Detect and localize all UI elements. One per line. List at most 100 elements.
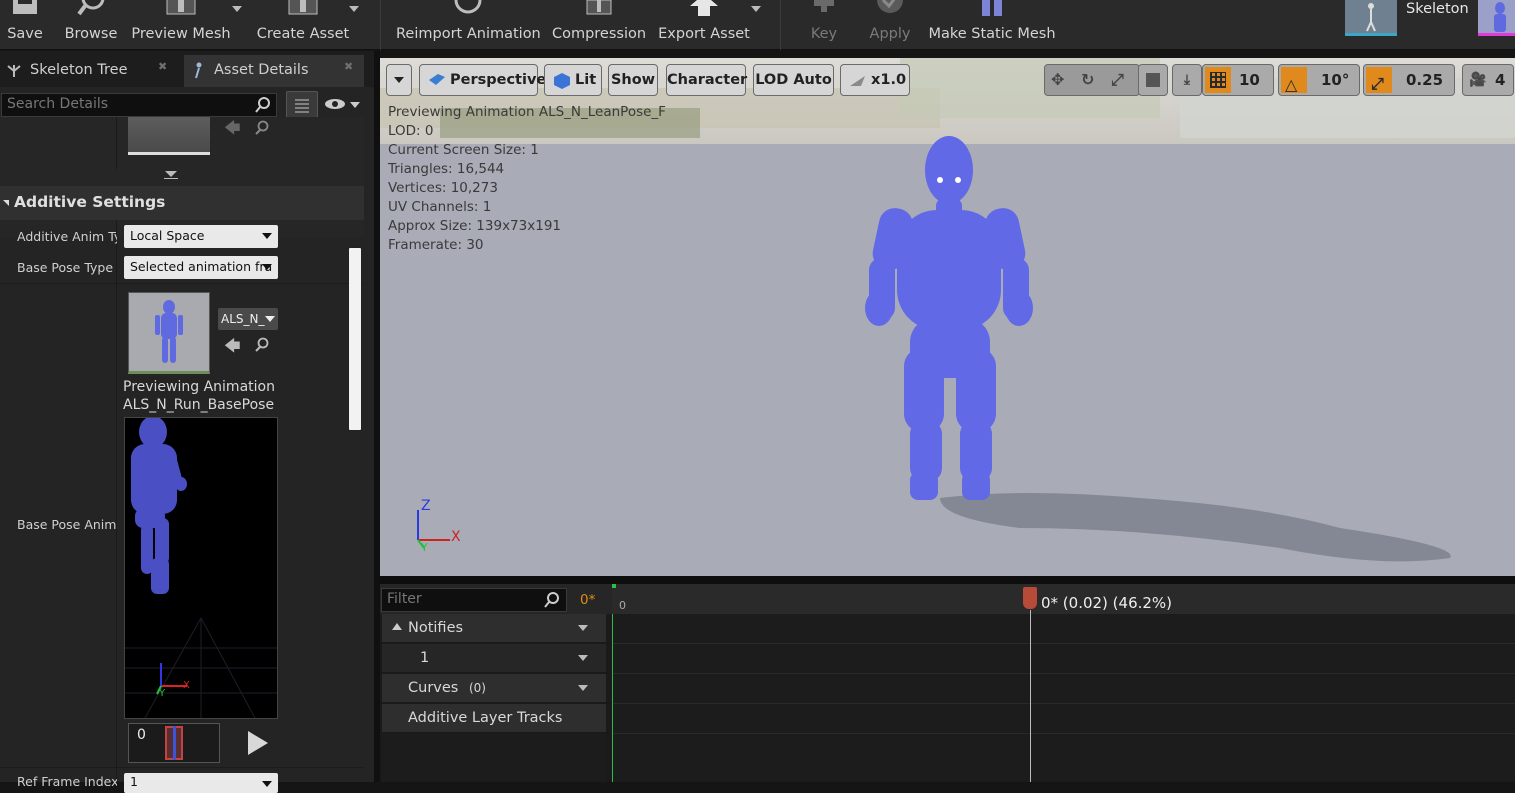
export-asset-dropdown-arrow[interactable] xyxy=(751,6,761,12)
chevron-down-icon xyxy=(262,264,272,270)
base-pose-asset-thumbnail[interactable] xyxy=(128,292,210,374)
scale-snap-toggle[interactable]: ⤢ xyxy=(1366,67,1392,93)
curves-count: (0) xyxy=(468,681,486,695)
tab-skeleton-tree[interactable]: Skeleton Tree xyxy=(0,55,178,87)
base-pose-mini-viewport[interactable]: X Y xyxy=(124,417,278,719)
chevron-down-icon[interactable] xyxy=(578,655,588,661)
expand-advanced-chevron-down-icon[interactable] xyxy=(165,171,177,177)
mini-preview-caption: Previewing Animation xyxy=(123,379,275,395)
viewport-options-button[interactable] xyxy=(386,64,412,96)
track-divider xyxy=(613,673,1515,674)
base-pose-asset-combo[interactable]: ALS_N_ xyxy=(218,308,278,330)
previous-asset-thumbnail[interactable] xyxy=(128,117,210,155)
stat-vertices: Vertices: 10,273 xyxy=(388,180,498,196)
translate-icon[interactable]: ✥ xyxy=(1051,65,1064,95)
stat-lod: LOD: 0 xyxy=(388,123,434,139)
browse-button[interactable]: Browse xyxy=(60,0,122,50)
rotation-snap-value[interactable]: 10° xyxy=(1321,65,1349,95)
skeleton-mode-thumbnail[interactable] xyxy=(1345,0,1397,36)
scale-snap-group: ⤢ 0.25 xyxy=(1363,64,1455,96)
create-asset-dropdown-arrow[interactable] xyxy=(349,6,359,12)
show-button[interactable]: Show xyxy=(608,64,658,96)
coordinate-space-button[interactable] xyxy=(1138,64,1168,96)
toolbar-separator xyxy=(780,0,781,50)
property-base-pose-animation-label: Base Pose Anima xyxy=(17,517,117,532)
stat-previewing-animation: Previewing Animation ALS_N_LeanPose_F xyxy=(388,104,666,120)
track-area[interactable] xyxy=(613,614,1515,782)
apply-button[interactable]: Apply xyxy=(864,0,916,50)
main-toolbar: Save Browse Preview Mesh Create Asset Re… xyxy=(0,0,1515,50)
skeleton-mode-label[interactable]: Skeleton xyxy=(1406,1,1469,17)
grid-snap-value[interactable]: 10 xyxy=(1239,65,1260,95)
timeline-filter-input[interactable]: Filter xyxy=(381,588,567,612)
collapse-triangle-icon xyxy=(392,623,402,630)
save-icon xyxy=(13,0,37,14)
axis-y-label: Y xyxy=(421,541,428,554)
surface-snap-button[interactable]: ⤓ xyxy=(1172,64,1202,96)
create-asset-button[interactable]: Create Asset xyxy=(256,0,350,50)
details-search-input[interactable]: Search Details xyxy=(1,93,277,117)
compression-button[interactable]: Compression xyxy=(550,0,648,50)
playback-speed-button[interactable]: x1.0 xyxy=(840,64,910,96)
track-additive-layer-tracks[interactable]: Additive Layer Tracks xyxy=(382,704,606,732)
mini-play-icon[interactable] xyxy=(248,731,268,755)
rotate-icon[interactable]: ↻ xyxy=(1081,65,1094,95)
track-curves[interactable]: Curves (0) xyxy=(382,674,606,702)
viewport-scene xyxy=(380,58,1515,576)
grid-snap-toggle[interactable] xyxy=(1205,67,1231,93)
use-selected-arrow-icon[interactable]: 🡄 xyxy=(224,117,241,144)
section-header-additive-settings[interactable]: Additive Settings xyxy=(0,186,364,220)
lod-auto-button[interactable]: LOD Auto xyxy=(753,64,834,96)
toolbar-separator xyxy=(380,0,381,50)
ref-frame-index-field[interactable]: 1 xyxy=(124,773,278,793)
property-matrix-button[interactable] xyxy=(286,91,318,119)
preview-mesh-dropdown-arrow[interactable] xyxy=(232,6,242,12)
ruler-start-label: 0 xyxy=(619,599,626,612)
key-button[interactable]: Key xyxy=(800,0,848,50)
character-button[interactable]: Character xyxy=(666,64,747,96)
perspective-button[interactable]: Perspective xyxy=(419,64,546,96)
stat-framerate: Framerate: 30 xyxy=(388,237,484,253)
preview-mesh-button[interactable]: Preview Mesh xyxy=(130,0,232,50)
save-button[interactable]: Save xyxy=(0,0,50,50)
chevron-down-icon[interactable] xyxy=(578,625,588,631)
current-frame-indicator[interactable]: 0* xyxy=(580,592,595,608)
track-list-empty xyxy=(382,734,606,782)
camera-speed-value: 4 xyxy=(1495,71,1506,89)
scale-icon[interactable]: ⤢ xyxy=(1111,65,1124,95)
mini-scrub-bar[interactable]: 0 xyxy=(128,723,220,763)
stat-approx-size: Approx Size: 139x73x191 xyxy=(388,218,561,234)
track-notifies[interactable]: Notifies xyxy=(382,614,606,642)
make-static-mesh-button[interactable]: Make Static Mesh xyxy=(928,0,1056,50)
camera-speed-button[interactable]: 🎥 4 xyxy=(1462,64,1514,96)
skeleton-tree-icon xyxy=(7,65,21,77)
track-notify-1[interactable]: 1 xyxy=(382,644,606,672)
stat-triangles: Triangles: 16,544 xyxy=(388,161,505,177)
track-divider xyxy=(613,703,1515,704)
reimport-animation-button[interactable]: Reimport Animation xyxy=(396,0,541,50)
scale-snap-value[interactable]: 0.25 xyxy=(1406,65,1443,95)
tab-close-icon[interactable]: ✖ xyxy=(158,60,167,73)
additive-anim-type-dropdown[interactable]: Local Space xyxy=(124,225,278,248)
scale-arrow-icon: ⤢ xyxy=(1371,74,1384,93)
rotation-snap-toggle[interactable]: △ xyxy=(1281,67,1307,94)
lit-view-mode-button[interactable]: Lit xyxy=(544,64,602,96)
animation-viewport[interactable]: Z X Y Perspective Lit Show Character LOD… xyxy=(380,58,1515,576)
browse-asset-magnifier-icon[interactable] xyxy=(254,337,270,353)
browse-asset-magnifier-icon[interactable] xyxy=(254,120,270,136)
base-pose-type-dropdown[interactable]: Selected animation fra xyxy=(124,256,278,279)
viewport-timeline-splitter[interactable] xyxy=(380,576,1515,584)
details-scrollbar-thumb[interactable] xyxy=(348,247,362,431)
scrubber-handle[interactable] xyxy=(1022,587,1037,609)
chevron-down-icon[interactable] xyxy=(578,685,588,691)
mesh-mode-thumbnail[interactable] xyxy=(1478,0,1515,36)
rotation-snap-group: △ 10° xyxy=(1278,64,1360,96)
tab-asset-details[interactable]: Asset Details xyxy=(184,55,364,87)
chevron-down-icon xyxy=(265,316,275,322)
key-plus-icon xyxy=(814,0,834,12)
export-asset-button[interactable]: Export Asset xyxy=(658,0,750,50)
tab-close-icon[interactable]: ✖ xyxy=(344,60,353,73)
mini-axis-y-label: Y xyxy=(159,688,166,699)
use-selected-arrow-icon[interactable]: 🡄 xyxy=(224,335,241,362)
visibility-eye-icon[interactable] xyxy=(324,97,362,113)
